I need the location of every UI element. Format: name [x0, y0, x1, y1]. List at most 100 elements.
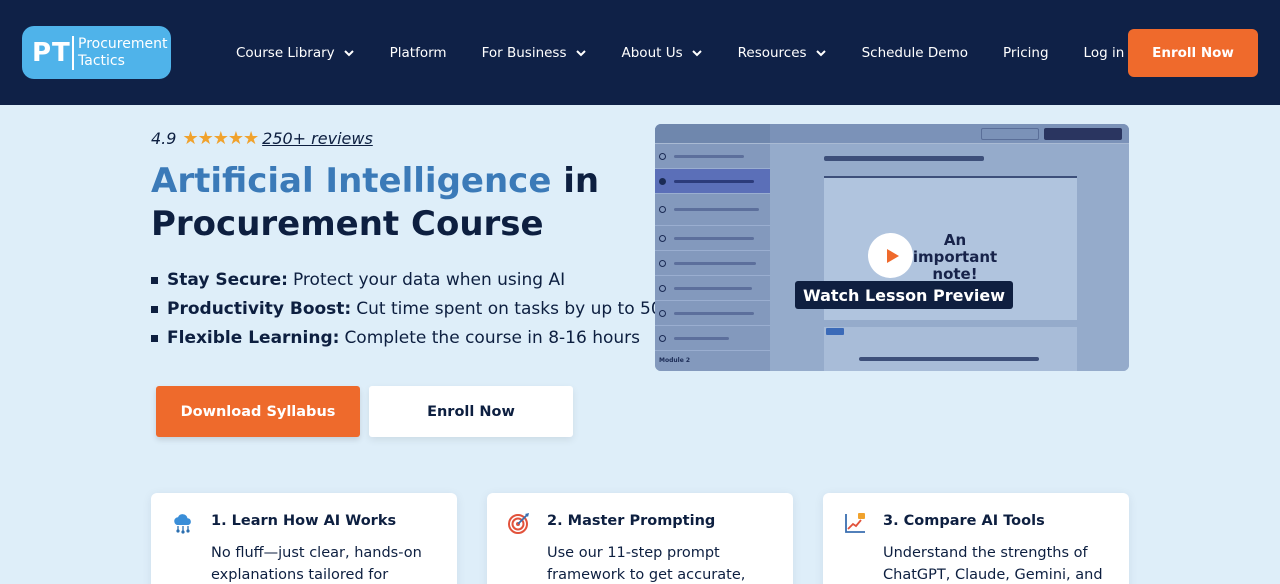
status-circle-icon [659, 152, 666, 160]
quiz-tag [826, 328, 844, 335]
lesson-heading-line [824, 156, 984, 161]
star-rating-icon: ★★★★★ [182, 128, 259, 149]
lesson-row-line [674, 261, 756, 265]
video-note-text: An important note! [900, 232, 1010, 283]
lesson-row-line [674, 286, 752, 290]
lesson-row [655, 251, 770, 276]
quiz-question-line [859, 357, 1039, 361]
chevron-down-icon [575, 49, 586, 56]
rating-summary: 4.9 ★★★★★ 250+ reviews [151, 128, 373, 149]
menu-course-library[interactable]: Course Library [236, 45, 355, 61]
title-part-1: in [563, 161, 600, 201]
status-circle-icon [659, 259, 666, 267]
card-body: Understand the strengths of ChatGPT, Cla… [883, 545, 1103, 583]
lesson-row [655, 326, 770, 351]
lesson-row-line [674, 311, 754, 315]
bullet-square-icon [151, 306, 158, 313]
menu-label: For Business [481, 44, 567, 61]
note-line-1: An important [912, 231, 998, 266]
menu-label: About Us [621, 44, 683, 61]
lesson-row [655, 301, 770, 326]
lesson-row-line [674, 208, 759, 211]
lesson-toolbar [770, 124, 1129, 144]
card-title: 2. Master Prompting [547, 513, 716, 529]
title-part-2: Procurement Course [151, 204, 544, 244]
status-circle-icon [659, 334, 666, 342]
status-circle-icon [659, 284, 666, 292]
chevron-down-icon [815, 49, 826, 56]
previous-lesson-button [981, 128, 1039, 140]
menu-label: Log in [1083, 44, 1125, 61]
bullet-square-icon [151, 335, 158, 342]
enroll-now-button[interactable]: Enroll Now [369, 386, 573, 437]
main-menu: Course Library Platform For Business Abo… [236, 0, 1159, 105]
watch-preview-label[interactable]: Watch Lesson Preview [795, 281, 1014, 309]
lesson-row-active [655, 169, 770, 194]
logo-wordmark: Procurement Tactics [78, 36, 167, 70]
menu-label: Resources [737, 44, 807, 61]
card-title: 3. Compare AI Tools [883, 513, 1045, 529]
status-circle-icon [659, 177, 666, 185]
cloud-network-icon [174, 514, 191, 534]
lesson-row-line [674, 236, 754, 240]
benefit-heading: Stay Secure: [167, 270, 288, 290]
menu-schedule-demo[interactable]: Schedule Demo [862, 45, 968, 61]
play-icon [886, 248, 899, 263]
card-title: 1. Learn How AI Works [211, 513, 397, 529]
feature-card: 1. Learn How AI Works No fluff—just clea… [151, 493, 457, 584]
sidebar-header [655, 124, 770, 144]
enroll-now-nav-button[interactable]: Enroll Now [1128, 29, 1258, 77]
bullet-square-icon [151, 277, 158, 284]
logo-divider [72, 35, 74, 70]
benefit-text: Complete the course in 8-16 hours [344, 328, 640, 348]
menu-label: Schedule Demo [861, 44, 969, 61]
complete-continue-button [1044, 128, 1122, 140]
lesson-preview-video[interactable]: Module 2 An important note! Watch Lesson… [655, 124, 1129, 371]
chart-compare-icon [845, 513, 865, 533]
menu-label: Pricing [1003, 44, 1049, 61]
play-button[interactable] [868, 233, 913, 278]
chevron-down-icon [343, 49, 354, 56]
lesson-row [655, 226, 770, 251]
brand-logo[interactable]: PT Procurement Tactics [22, 26, 171, 79]
benefit-heading: Productivity Boost: [167, 299, 352, 319]
lesson-row [655, 144, 770, 169]
benefit-item: Stay Secure: Protect your data when usin… [151, 266, 678, 295]
feature-card: 3. Compare AI Tools Understand the stren… [823, 493, 1129, 584]
chevron-down-icon [691, 49, 702, 56]
benefit-item: Productivity Boost: Cut time spent on ta… [151, 295, 678, 324]
top-navigation: PT Procurement Tactics Course Library Pl… [0, 0, 1280, 105]
menu-label: Platform [389, 44, 447, 61]
target-icon [508, 513, 529, 534]
menu-about-us[interactable]: About Us [622, 45, 703, 61]
quiz-panel [824, 327, 1077, 371]
lesson-row [655, 276, 770, 301]
card-body: Use our 11-step prompt framework to get … [547, 545, 746, 583]
menu-resources[interactable]: Resources [738, 45, 827, 61]
logo-initials: PT [32, 37, 71, 68]
page-title: Artificial Intelligence in Procurement C… [151, 160, 621, 246]
title-accent: Artificial Intelligence [151, 161, 552, 201]
lesson-sidebar: Module 2 [655, 124, 770, 371]
rating-score: 4.9 [151, 129, 177, 148]
menu-log-in[interactable]: Log in [1084, 45, 1125, 61]
module-heading: Module 2 [659, 357, 691, 364]
benefit-text: Cut time spent on tasks by up to 50% [356, 299, 678, 319]
download-syllabus-button[interactable]: Download Syllabus [156, 386, 360, 437]
menu-pricing[interactable]: Pricing [1003, 45, 1049, 61]
menu-for-business[interactable]: For Business [482, 45, 587, 61]
lesson-row [655, 194, 770, 226]
lesson-row-line [674, 336, 729, 340]
benefit-list: Stay Secure: Protect your data when usin… [151, 266, 678, 353]
reviews-link[interactable]: 250+ reviews [262, 129, 373, 148]
status-circle-icon [659, 206, 666, 213]
logo-line-1: Procurement [78, 35, 168, 52]
card-body: No fluff—just clear, hands-on explanatio… [211, 545, 422, 583]
lesson-row [655, 370, 770, 371]
status-circle-icon [659, 309, 666, 317]
lesson-row-line [674, 154, 744, 158]
feature-card: 2. Master Prompting Use our 11-step prom… [487, 493, 793, 584]
menu-label: Course Library [236, 44, 335, 61]
menu-platform[interactable]: Platform [390, 45, 447, 61]
lesson-row-line [674, 179, 754, 183]
